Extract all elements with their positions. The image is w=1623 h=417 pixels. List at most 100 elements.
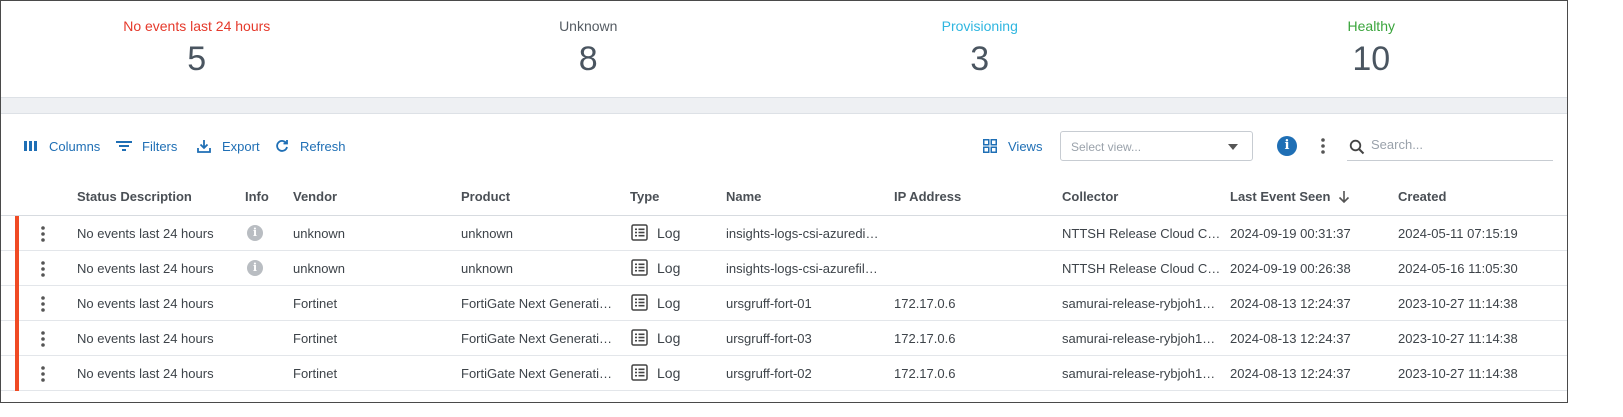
- cell-collector: samurai-release-rybjoh1…: [1062, 296, 1216, 311]
- cell-created: 2023-10-27 11:14:38: [1398, 366, 1518, 381]
- cell-last-event: 2024-09-19 00:26:38: [1230, 261, 1351, 276]
- info-icon[interactable]: i: [247, 225, 263, 241]
- table-row[interactable]: No events last 24 hours Fortinet FortiGa…: [1, 321, 1567, 356]
- sort-descending-icon: [1338, 190, 1350, 204]
- cell-vendor: unknown: [293, 261, 346, 276]
- header-collector[interactable]: Collector: [1062, 189, 1118, 204]
- stat-healthy[interactable]: Healthy 10: [1176, 1, 1568, 97]
- header-last-event[interactable]: Last Event Seen: [1230, 189, 1350, 204]
- cell-ip: 172.17.0.6: [894, 296, 956, 311]
- stat-no-events[interactable]: No events last 24 hours 5: [1, 1, 393, 97]
- header-name[interactable]: Name: [726, 189, 761, 204]
- cell-type-label: Log: [657, 224, 681, 241]
- cell-collector: samurai-release-rybjoh1…: [1062, 331, 1216, 346]
- cell-name: ursgruff-fort-03: [726, 331, 812, 346]
- cell-collector: samurai-release-rybjoh1…: [1062, 366, 1216, 381]
- row-menu-icon[interactable]: [39, 225, 47, 243]
- cell-ip: 172.17.0.6: [894, 366, 956, 381]
- refresh-button[interactable]: Refresh: [274, 137, 346, 155]
- cell-type: Log: [631, 294, 680, 311]
- log-icon: [631, 294, 648, 311]
- more-options-icon[interactable]: [1319, 137, 1327, 155]
- cell-last-event: 2024-08-13 12:24:37: [1230, 331, 1351, 346]
- search-input[interactable]: Search...: [1347, 131, 1553, 161]
- cell-status: No events last 24 hours: [77, 261, 214, 276]
- table-header: Status Description Info Vendor Product T…: [1, 179, 1567, 216]
- cell-type-label: Log: [657, 364, 681, 381]
- info-icon[interactable]: i: [1277, 136, 1297, 156]
- cell-created: 2023-10-27 11:14:38: [1398, 296, 1518, 311]
- stat-count: 5: [187, 40, 207, 78]
- cell-last-event: 2024-08-13 12:24:37: [1230, 366, 1351, 381]
- status-flag: [15, 321, 19, 356]
- cell-product: FortiGate Next Generati…: [461, 296, 612, 311]
- header-product[interactable]: Product: [461, 189, 510, 204]
- log-icon: [631, 364, 648, 381]
- filters-label: Filters: [142, 138, 178, 154]
- cell-collector: NTTSH Release Cloud C…: [1062, 261, 1221, 276]
- cell-name: insights-logs-csi-azurefil…: [726, 261, 878, 276]
- cell-type: Log: [631, 259, 680, 276]
- cell-last-event: 2024-09-19 00:31:37: [1230, 226, 1351, 241]
- table-row[interactable]: No events last 24 hours Fortinet FortiGa…: [1, 286, 1567, 321]
- search-placeholder: Search...: [1371, 137, 1424, 152]
- cell-name: insights-logs-csi-azuredi…: [726, 226, 879, 241]
- stat-label: No events last 24 hours: [123, 18, 271, 34]
- log-icon: [631, 224, 648, 241]
- log-icon: [631, 329, 648, 346]
- cell-type-label: Log: [657, 294, 681, 311]
- page-frame: No events last 24 hours 5 Unknown 8 Prov…: [0, 0, 1568, 403]
- cell-name: ursgruff-fort-02: [726, 366, 812, 381]
- cell-ip: 172.17.0.6: [894, 331, 956, 346]
- status-flag: [15, 216, 19, 251]
- row-menu-icon[interactable]: [39, 295, 47, 313]
- filters-button[interactable]: Filters: [116, 137, 177, 155]
- cell-created: 2023-10-27 11:14:38: [1398, 331, 1518, 346]
- refresh-label: Refresh: [300, 138, 346, 154]
- stat-label: Unknown: [559, 18, 618, 34]
- columns-label: Columns: [49, 138, 101, 154]
- views-label: Views: [1008, 138, 1043, 154]
- table-row[interactable]: No events last 24 hours i unknown unknow…: [1, 251, 1567, 286]
- info-icon[interactable]: i: [247, 260, 263, 276]
- log-icon: [631, 259, 648, 276]
- header-created[interactable]: Created: [1398, 189, 1446, 204]
- header-status[interactable]: Status Description: [77, 189, 192, 204]
- chevron-down-icon: [1228, 144, 1238, 150]
- cell-name: ursgruff-fort-01: [726, 296, 812, 311]
- stat-provisioning[interactable]: Provisioning 3: [784, 1, 1176, 97]
- cell-status: No events last 24 hours: [77, 226, 214, 241]
- status-flag: [15, 356, 19, 391]
- filter-icon: [116, 138, 132, 154]
- header-vendor[interactable]: Vendor: [293, 189, 337, 204]
- cell-type: Log: [631, 364, 680, 381]
- cell-type: Log: [631, 224, 680, 241]
- select-view-placeholder: Select view...: [1071, 140, 1142, 154]
- table-row[interactable]: No events last 24 hours i unknown unknow…: [1, 216, 1567, 251]
- views-button[interactable]: Views: [982, 137, 1042, 155]
- select-view-dropdown[interactable]: Select view...: [1060, 131, 1253, 161]
- cell-type-label: Log: [657, 329, 681, 346]
- status-flag: [15, 251, 19, 286]
- row-menu-icon[interactable]: [39, 330, 47, 348]
- cell-product: unknown: [461, 261, 514, 276]
- export-button[interactable]: Export: [196, 137, 260, 155]
- table-row[interactable]: No events last 24 hours Fortinet FortiGa…: [1, 356, 1567, 391]
- row-menu-icon[interactable]: [39, 260, 47, 278]
- stat-unknown[interactable]: Unknown 8: [393, 1, 785, 97]
- columns-button[interactable]: Columns: [23, 137, 100, 155]
- header-type[interactable]: Type: [630, 189, 659, 204]
- header-ip[interactable]: IP Address: [894, 189, 961, 204]
- header-info[interactable]: Info: [245, 189, 269, 204]
- cell-vendor: Fortinet: [293, 366, 338, 381]
- collectors-table: Status Description Info Vendor Product T…: [1, 179, 1567, 391]
- cell-collector: NTTSH Release Cloud C…: [1062, 226, 1221, 241]
- cell-product: FortiGate Next Generati…: [461, 366, 612, 381]
- row-menu-icon[interactable]: [39, 365, 47, 383]
- cell-vendor: Fortinet: [293, 331, 338, 346]
- section-divider: [1, 97, 1567, 114]
- table-toolbar: Columns Filters Export Refresh Views Sel…: [1, 129, 1567, 163]
- stat-count: 3: [970, 40, 990, 78]
- cell-created: 2024-05-16 11:05:30: [1398, 261, 1518, 276]
- cell-vendor: unknown: [293, 226, 346, 241]
